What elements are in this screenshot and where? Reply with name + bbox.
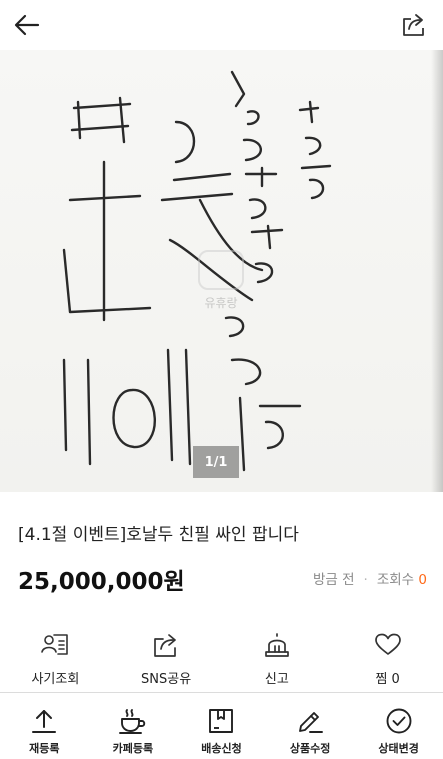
bottom-bar: 재등록 카페등록 배송신청 상품수정 상태변경 (0, 692, 443, 759)
box-icon (209, 709, 234, 733)
product-title: [4.1절 이벤트]호날두 친필 싸인 팝니다 (18, 525, 299, 545)
sns-share-icon (154, 634, 176, 657)
watermark-text: 유휴랑 (204, 296, 238, 310)
sns-share-label: SNS공유 (141, 672, 192, 687)
product-price: 25,000,000원 (18, 569, 185, 595)
watermark-logo-icon (198, 250, 244, 290)
back-button[interactable] (10, 8, 44, 42)
upload-icon (32, 710, 57, 733)
action-row: 사기조회 SNS공유 신고 찜 0 (0, 624, 443, 692)
report-label: 신고 (264, 672, 289, 687)
edit-product-button[interactable]: 상품수정 (266, 693, 355, 759)
fraud-check-label: 사기조회 (31, 672, 80, 687)
reregister-button[interactable]: 재등록 (0, 693, 89, 759)
photo-edge-shadow (431, 50, 443, 492)
posted-time: 방금 전 (312, 572, 355, 588)
arrow-left-icon (14, 14, 40, 36)
pencil-icon (299, 712, 324, 733)
delivery-request-label: 배송신청 (201, 742, 242, 755)
views-label: 조회수 (376, 572, 415, 588)
share-button[interactable] (397, 8, 431, 42)
reregister-label: 재등록 (29, 742, 60, 755)
fraud-check-icon (41, 634, 69, 655)
coffee-cup-icon (118, 709, 146, 734)
meta-separator: · (363, 572, 368, 588)
views-count: 0 (418, 572, 427, 588)
change-status-label: 상태변경 (378, 742, 419, 755)
check-circle-icon (386, 708, 412, 734)
top-bar (0, 0, 443, 50)
report-button[interactable]: 신고 (222, 624, 333, 692)
photo-counter: 1/1 (193, 446, 239, 478)
sns-share-button[interactable]: SNS공유 (111, 624, 222, 692)
change-status-button[interactable]: 상태변경 (354, 693, 443, 759)
product-meta: 방금 전 · 조회수 0 (313, 568, 427, 588)
cafe-register-label: 카페등록 (112, 742, 154, 755)
heart-icon (374, 633, 401, 655)
siren-icon (265, 633, 289, 657)
delivery-request-button[interactable]: 배송신청 (177, 693, 266, 759)
edit-product-label: 상품수정 (289, 742, 331, 755)
wishlist-button[interactable]: 찜 0 (332, 624, 443, 692)
product-photo[interactable]: 유휴랑 (0, 50, 443, 492)
wishlist-label: 찜 0 (375, 672, 400, 687)
fraud-check-button[interactable]: 사기조회 (0, 624, 111, 692)
watermark: 유휴랑 (186, 250, 256, 311)
share-out-icon (403, 14, 424, 36)
cafe-register-button[interactable]: 카페등록 (89, 693, 178, 759)
